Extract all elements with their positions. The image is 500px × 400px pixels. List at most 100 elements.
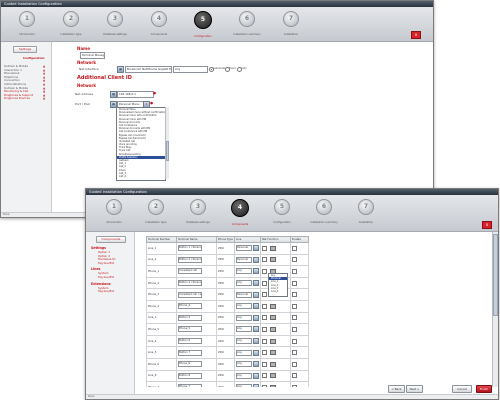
ip-icon[interactable]: ▦ [110, 91, 117, 98]
sidebar-item[interactable]: Tag bus/Ext [98, 275, 114, 279]
line-dropdown-icon[interactable] [253, 280, 259, 287]
net-function-checkbox[interactable] [262, 268, 267, 274]
line-option-item[interactable]: Line_4 [269, 290, 287, 293]
enable-checkbox[interactable] [292, 245, 297, 251]
terminal-name-input[interactable]: Unrelated call / extension [178, 291, 202, 298]
wizard-step-7[interactable]: 7 Installation [271, 11, 311, 39]
enable-checkbox[interactable] [292, 303, 297, 309]
wizard-step-5[interactable]: 5 Configuration [262, 199, 302, 227]
sidebar-settings-button[interactable]: Settings [13, 46, 37, 53]
list-icon[interactable] [270, 257, 276, 263]
terminal-name-input[interactable]: Button 2 / Personal [178, 256, 202, 263]
wizard-step-7[interactable]: 7 Installation [346, 199, 386, 227]
table-row[interactable]: Line_5 Button 7 ZDO Any [146, 346, 309, 359]
list-icon[interactable] [270, 338, 276, 344]
finish-button[interactable]: Finish [476, 385, 492, 393]
main-scrollbar[interactable] [492, 232, 498, 387]
wizard-step-4[interactable]: 4 Components [220, 199, 260, 227]
table-row[interactable]: Line_6 Button 8 ZDO Any [146, 369, 309, 383]
enable-checkbox[interactable] [292, 338, 297, 344]
net-function-checkbox[interactable] [262, 326, 267, 332]
line-select[interactable]: Any [236, 280, 252, 287]
terminal-name-input[interactable]: Button 5 [178, 314, 202, 321]
table-row[interactable]: Line_3 Button 5 ZDO Any [146, 311, 309, 325]
net-function-checkbox[interactable] [262, 315, 267, 321]
wizard-step-3[interactable]: 3 Database settings [178, 199, 218, 227]
enable-checkbox[interactable] [292, 280, 297, 286]
line-select[interactable]: Personal [236, 256, 252, 263]
net-function-checkbox[interactable] [262, 373, 267, 379]
enable-checkbox[interactable] [292, 268, 297, 274]
list-icon[interactable] [270, 303, 276, 309]
terminal-name-input[interactable]: Button 6 [178, 338, 202, 345]
line-dropdown-icon[interactable] [253, 314, 259, 321]
interface-dropdown[interactable]: Any [173, 66, 208, 73]
table-row[interactable]: Phone_6 Phone_6 ZDO Any [146, 357, 309, 371]
line-dropdown-icon[interactable] [253, 384, 259, 387]
sidebar-components-button[interactable]: Components [96, 236, 126, 243]
enable-checkbox[interactable] [292, 350, 297, 356]
line-dropdown-icon[interactable] [253, 338, 259, 345]
enable-checkbox[interactable] [292, 373, 297, 379]
list-icon[interactable] [270, 315, 276, 321]
terminal-name-input[interactable]: Unrelated call [178, 268, 202, 275]
name-field[interactable]: Terminal Manager [80, 52, 105, 59]
enable-checkbox[interactable] [292, 326, 297, 332]
net-function-checkbox[interactable] [262, 303, 267, 309]
table-row[interactable]: Phone_4 Phone_4 ZDO Any [146, 299, 309, 313]
line-select[interactable]: Any [236, 314, 252, 321]
wizard-step-1[interactable]: 1 Introduction [94, 199, 134, 227]
ip-field[interactable]: 192.168.0.1 [117, 91, 154, 98]
net-function-checkbox[interactable] [262, 292, 267, 298]
net-function-checkbox[interactable] [262, 338, 267, 344]
line-select[interactable]: Any [236, 268, 252, 275]
line-dropdown-icon[interactable] [253, 349, 259, 356]
line-select[interactable]: Any [236, 338, 252, 345]
enable-checkbox[interactable] [292, 361, 297, 367]
line-dropdown-icon[interactable] [253, 372, 259, 379]
terminal-name-input[interactable]: Phone_5 [178, 326, 202, 333]
options-scrollbar-thumb[interactable] [166, 141, 169, 161]
list-icon[interactable] [270, 361, 276, 367]
terminal-name-input[interactable]: Phone_7 [178, 384, 202, 387]
line-select[interactable]: Any [236, 372, 252, 379]
line-dropdown-list[interactable]: Any Personal Line_1 Line_2 Line_3 Line_4 [268, 273, 288, 297]
line-dropdown-icon[interactable] [253, 245, 259, 252]
interface-field[interactable]: Broadcom NetXtreme Gigabit Ethernet [125, 66, 172, 73]
next-button[interactable]: Next > [406, 385, 423, 393]
table-row[interactable]: Line_2 Button 2 / Personal ZDO Personal [146, 253, 309, 267]
net-function-checkbox[interactable] [262, 361, 267, 367]
enable-checkbox[interactable] [292, 292, 297, 298]
line-dropdown-icon[interactable] [253, 326, 259, 333]
line-select[interactable]: Personal [236, 291, 252, 298]
list-icon[interactable] [270, 245, 276, 251]
close-button[interactable]: x [411, 31, 421, 39]
line-select[interactable]: Personal [236, 245, 252, 252]
net-function-checkbox[interactable] [262, 245, 267, 251]
table-row[interactable]: Phone_7Phone_7 ZDOAny [146, 381, 309, 387]
option-item[interactable]: Cell_4 [117, 175, 165, 178]
net-function-checkbox[interactable] [262, 257, 267, 263]
line-dropdown-icon[interactable] [253, 256, 259, 263]
terminal-name-input[interactable]: Phone_6 [178, 361, 202, 368]
terminal-name-input[interactable]: Button 4 / Personal [178, 280, 202, 287]
terminal-name-input[interactable]: Button 8 [178, 372, 202, 379]
line-select[interactable]: Any [236, 349, 252, 356]
line-dropdown-icon[interactable] [253, 303, 259, 310]
wizard-step-2[interactable]: 2 Installation type [136, 199, 176, 227]
sidebar-item[interactable]: Tag bus/Ext [98, 289, 114, 293]
list-icon[interactable] [270, 373, 276, 379]
line-dropdown-icon[interactable] [253, 361, 259, 368]
line-dropdown-icon[interactable] [253, 268, 259, 275]
list-icon[interactable] [270, 326, 276, 332]
port-options-list[interactable]: Personal Menu Personalised menu without c… [116, 107, 166, 181]
wizard-step-2[interactable]: 2 Installation type [51, 11, 91, 39]
main-scrollbar-thumb[interactable] [493, 234, 498, 316]
sidebar-item[interactable]: Ringtones Devices [4, 96, 30, 100]
cancel-button[interactable]: Cancel [452, 385, 472, 393]
table-row[interactable]: Line_1 Button 1 / Personal ZDO Personal [146, 242, 309, 255]
table-row[interactable]: Phone_5 Phone_5 ZDO Any [146, 323, 309, 336]
terminal-name-input[interactable]: Button 7 [178, 349, 202, 356]
line-select[interactable]: Any [236, 303, 252, 310]
wizard-step-5[interactable]: 5 Configuration [183, 11, 223, 39]
